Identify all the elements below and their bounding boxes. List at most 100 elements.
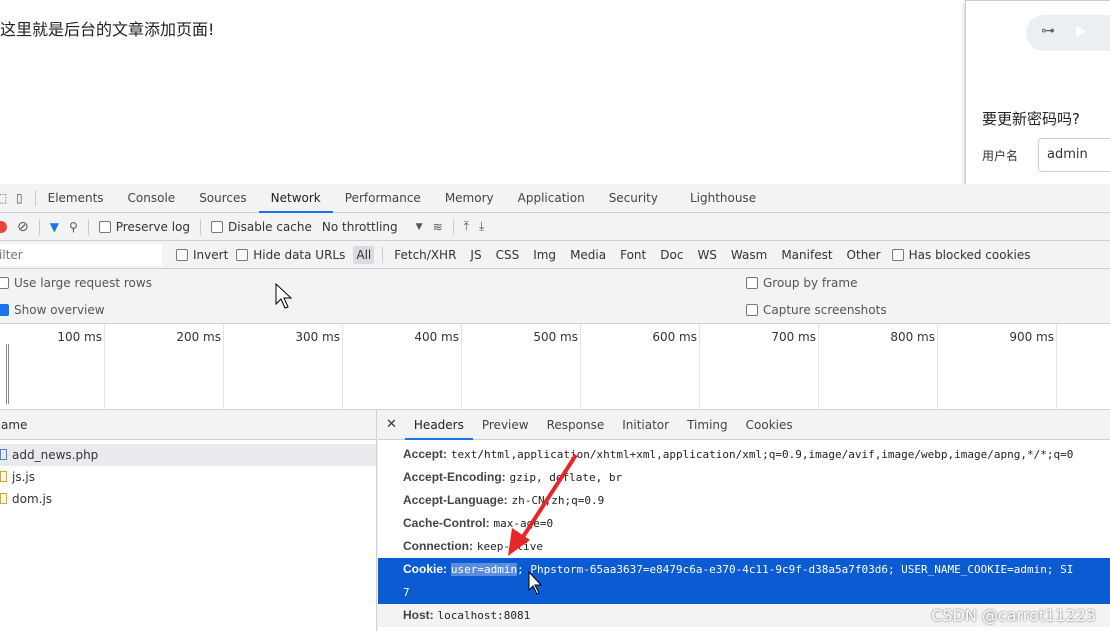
timeline-tick-label: 500 ms <box>533 330 578 344</box>
request-name: dom.js <box>12 492 53 506</box>
timeline-gridline <box>1056 324 1057 410</box>
header-row: Accept-Language: zh-CN,zh;q=0.9 <box>378 489 1110 512</box>
tab-timing[interactable]: Timing <box>678 410 737 440</box>
timeline-tick-label: 300 ms <box>295 330 340 344</box>
has-blocked-cookies-checkbox[interactable]: Has blocked cookies <box>891 247 1031 262</box>
tab-response[interactable]: Response <box>538 410 614 440</box>
details-tabs: ✕ Headers Preview Response Initiator Tim… <box>378 410 1110 440</box>
cookie-header-row[interactable]: Cookie: user=admin; Phpstorm-65aa3637=e8… <box>378 558 1110 604</box>
watermark: CSDN @carrot11223 <box>931 606 1096 625</box>
invert-checkbox[interactable]: Invert <box>176 248 228 262</box>
filter-doc[interactable]: Doc <box>657 246 686 264</box>
request-name: add_news.php <box>12 448 99 462</box>
timeline-gridline <box>104 324 105 410</box>
timeline-tick-label: 600 ms <box>652 330 697 344</box>
preserve-log-checkbox[interactable]: Preserve log <box>98 220 190 234</box>
capture-screenshots-label: Capture screenshots <box>763 303 887 317</box>
filter-wasm[interactable]: Wasm <box>728 246 770 264</box>
popup-title: 要更新密码吗? <box>982 110 1080 128</box>
group-by-frame-label: Group by frame <box>763 276 858 290</box>
filter-manifest[interactable]: Manifest <box>778 246 835 264</box>
header-value: text/html,application/xhtml+xml,applicat… <box>450 448 1074 461</box>
throttling-select[interactable]: No throttling <box>322 220 398 234</box>
header-row: Accept: text/html,application/xhtml+xml,… <box>378 443 1110 466</box>
tab-network[interactable]: Network <box>258 184 333 213</box>
tab-security[interactable]: Security <box>597 184 670 213</box>
timeline-tick-label: 200 ms <box>176 330 221 344</box>
disable-cache-checkbox[interactable]: Disable cache <box>211 220 312 234</box>
import-har-icon[interactable]: ⤒ <box>464 219 469 234</box>
timeline-gridline <box>699 324 700 410</box>
tab-cookies[interactable]: Cookies <box>737 410 802 440</box>
record-icon[interactable] <box>0 220 7 233</box>
filter-media[interactable]: Media <box>567 246 609 264</box>
script-file-icon <box>0 471 7 482</box>
timeline-request-bars <box>6 344 9 404</box>
hide-data-urls-checkbox[interactable]: Hide data URLs <box>236 248 345 262</box>
username-field[interactable]: admin <box>1038 138 1110 172</box>
capture-screenshots-checkbox[interactable]: Capture screenshots <box>746 303 887 317</box>
header-row: Connection: keep-alive <box>378 535 1110 558</box>
filter-all[interactable]: All <box>353 245 375 264</box>
request-row[interactable]: dom.js <box>0 488 376 510</box>
tab-performance[interactable]: Performance <box>333 184 433 213</box>
filter-fetch-xhr[interactable]: Fetch/XHR <box>391 246 459 264</box>
filter-input[interactable] <box>0 243 162 266</box>
tab-elements[interactable]: Elements <box>36 184 116 213</box>
header-value-continued: 7 <box>403 586 410 599</box>
clear-icon[interactable]: ⊘ <box>17 219 29 235</box>
header-value: gzip, deflate, br <box>509 471 623 484</box>
filter-bar: Invert Hide data URLs All Fetch/XHR JS C… <box>0 241 1110 269</box>
group-by-frame-checkbox[interactable]: Group by frame <box>746 276 857 290</box>
header-value: ; Phpstorm-65aa3637=e8479c6a-e370-4c11-9… <box>517 563 1074 576</box>
timeline-tick-label: 900 ms <box>1009 330 1054 344</box>
inspect-icon[interactable]: ⬚ <box>0 191 8 205</box>
export-har-icon[interactable]: ⤓ <box>479 219 484 234</box>
show-overview-checkbox[interactable]: Show overview <box>0 303 105 317</box>
username-label: 用户名 <box>982 149 1019 163</box>
has-blocked-label: Has blocked cookies <box>908 247 1031 262</box>
close-icon[interactable]: ✕ <box>378 417 405 432</box>
search-icon[interactable]: ⚲ <box>69 220 78 234</box>
timeline-gridline <box>461 324 462 410</box>
network-conditions-icon[interactable]: ≋ <box>433 220 443 234</box>
tab-application[interactable]: Application <box>506 184 597 213</box>
tab-memory[interactable]: Memory <box>433 184 506 213</box>
tab-headers[interactable]: Headers <box>404 410 473 440</box>
timeline-gridline <box>342 324 343 410</box>
tab-lighthouse[interactable]: Lighthouse <box>678 184 768 213</box>
tab-initiator[interactable]: Initiator <box>613 410 678 440</box>
filter-font[interactable]: Font <box>617 246 649 264</box>
chevron-down-icon[interactable]: ▼ <box>416 222 423 232</box>
large-rows-checkbox[interactable]: Use large request rows <box>0 276 152 290</box>
hide-data-urls-label: Hide data URLs <box>253 247 346 262</box>
filter-js[interactable]: JS <box>467 246 484 264</box>
disable-cache-label: Disable cache <box>228 219 312 234</box>
filter-img[interactable]: Img <box>530 246 559 264</box>
filter-other[interactable]: Other <box>844 246 884 264</box>
network-settings: Use large request rows Show overview Gro… <box>0 269 1110 324</box>
filter-icon[interactable]: ▼ <box>50 220 59 234</box>
header-key: Cookie: <box>403 562 448 576</box>
header-key: Cache-Control: <box>403 516 490 530</box>
filter-ws[interactable]: WS <box>694 246 719 264</box>
timeline-gridline <box>937 324 938 410</box>
timeline-gridline <box>223 324 224 410</box>
tab-sources[interactable]: Sources <box>187 184 258 213</box>
request-row[interactable]: add_news.php <box>0 444 376 466</box>
tab-console[interactable]: Console <box>116 184 188 213</box>
overview-timeline[interactable]: 100 ms 200 ms 300 ms 400 ms 500 ms 600 ms 700 … <box>0 324 1110 410</box>
tab-preview[interactable]: Preview <box>473 410 538 440</box>
header-key: Connection: <box>403 539 473 553</box>
request-name: js.js <box>12 470 35 484</box>
timeline-gridline <box>818 324 819 410</box>
timeline-tick-label: 700 ms <box>771 330 816 344</box>
name-column-header[interactable]: Name <box>0 410 376 440</box>
header-value: localhost:8081 <box>437 609 531 622</box>
network-toolbar: ⊘ ▼ ⚲ Preserve log Disable cache No thro… <box>0 213 1110 241</box>
device-toggle-icon[interactable]: ▯ <box>16 191 23 205</box>
request-row[interactable]: js.js <box>0 466 376 488</box>
selected-text[interactable]: user=admin <box>450 563 518 576</box>
timeline-tick-label: 100 ms <box>57 330 102 344</box>
filter-css[interactable]: CSS <box>493 246 523 264</box>
